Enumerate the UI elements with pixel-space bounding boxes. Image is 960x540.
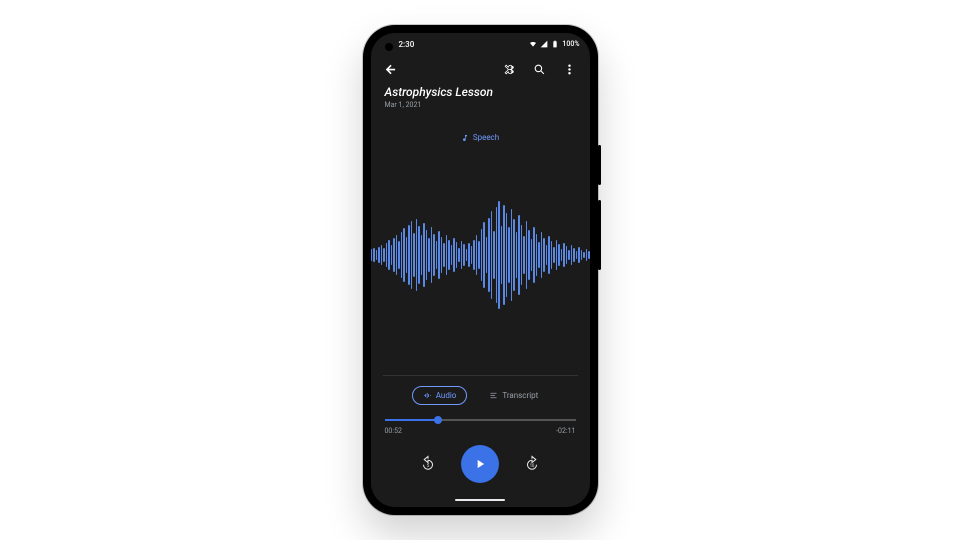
battery-text: 100% xyxy=(562,40,579,48)
speech-chip-label: Speech xyxy=(473,133,499,142)
progress-track[interactable] xyxy=(385,419,576,421)
forward-icon: 10 xyxy=(523,455,541,473)
tab-audio-label: Audio xyxy=(436,391,457,400)
view-tabs: Audio Transcript xyxy=(371,376,590,413)
progress-zone: 00:52 -02:11 xyxy=(371,413,590,435)
music-note-icon xyxy=(461,134,469,142)
tab-audio[interactable]: Audio xyxy=(412,386,468,405)
scissors-icon xyxy=(503,63,516,76)
search-button[interactable] xyxy=(530,59,550,79)
signal-icon xyxy=(540,40,548,48)
arrow-left-icon xyxy=(384,63,397,76)
transcript-icon xyxy=(489,391,498,400)
back-button[interactable] xyxy=(381,59,401,79)
recording-title: Astrophysics Lesson xyxy=(385,85,576,99)
search-icon xyxy=(533,63,546,76)
trim-button[interactable] xyxy=(500,59,520,79)
svg-text:5: 5 xyxy=(427,463,430,469)
remaining-time: -02:11 xyxy=(556,427,575,435)
progress-head[interactable] xyxy=(434,416,442,424)
speech-chip[interactable]: Speech xyxy=(461,133,499,142)
svg-text:10: 10 xyxy=(530,464,535,469)
audio-wave-icon xyxy=(423,391,432,400)
tab-transcript-label: Transcript xyxy=(502,391,538,400)
status-bar: 2:30 100% xyxy=(371,33,590,55)
overflow-button[interactable] xyxy=(560,59,580,79)
battery-icon xyxy=(551,40,559,48)
replay-icon: 5 xyxy=(419,455,437,473)
wifi-icon xyxy=(529,40,537,48)
phone-frame: 2:30 100% Astrophysics L xyxy=(363,25,598,515)
waveform[interactable] xyxy=(371,142,590,375)
playback-controls: 5 10 xyxy=(371,435,590,499)
screen: 2:30 100% Astrophysics L xyxy=(371,33,590,507)
play-icon xyxy=(473,457,487,471)
tab-transcript[interactable]: Transcript xyxy=(479,386,548,405)
progress-fill xyxy=(385,419,438,421)
status-time: 2:30 xyxy=(399,40,415,49)
more-vert-icon xyxy=(563,63,576,76)
rewind-5-button[interactable]: 5 xyxy=(417,453,439,475)
time-labels: 00:52 -02:11 xyxy=(385,427,576,435)
status-right: 100% xyxy=(529,40,579,48)
camera-hole xyxy=(385,43,393,51)
gesture-bar[interactable] xyxy=(371,499,590,507)
recording-date: Mar 1, 2021 xyxy=(385,101,576,109)
play-button[interactable] xyxy=(461,445,499,483)
toolbar xyxy=(371,55,590,83)
forward-10-button[interactable]: 10 xyxy=(521,453,543,475)
elapsed-time: 00:52 xyxy=(385,427,402,435)
title-block: Astrophysics Lesson Mar 1, 2021 xyxy=(371,83,590,115)
